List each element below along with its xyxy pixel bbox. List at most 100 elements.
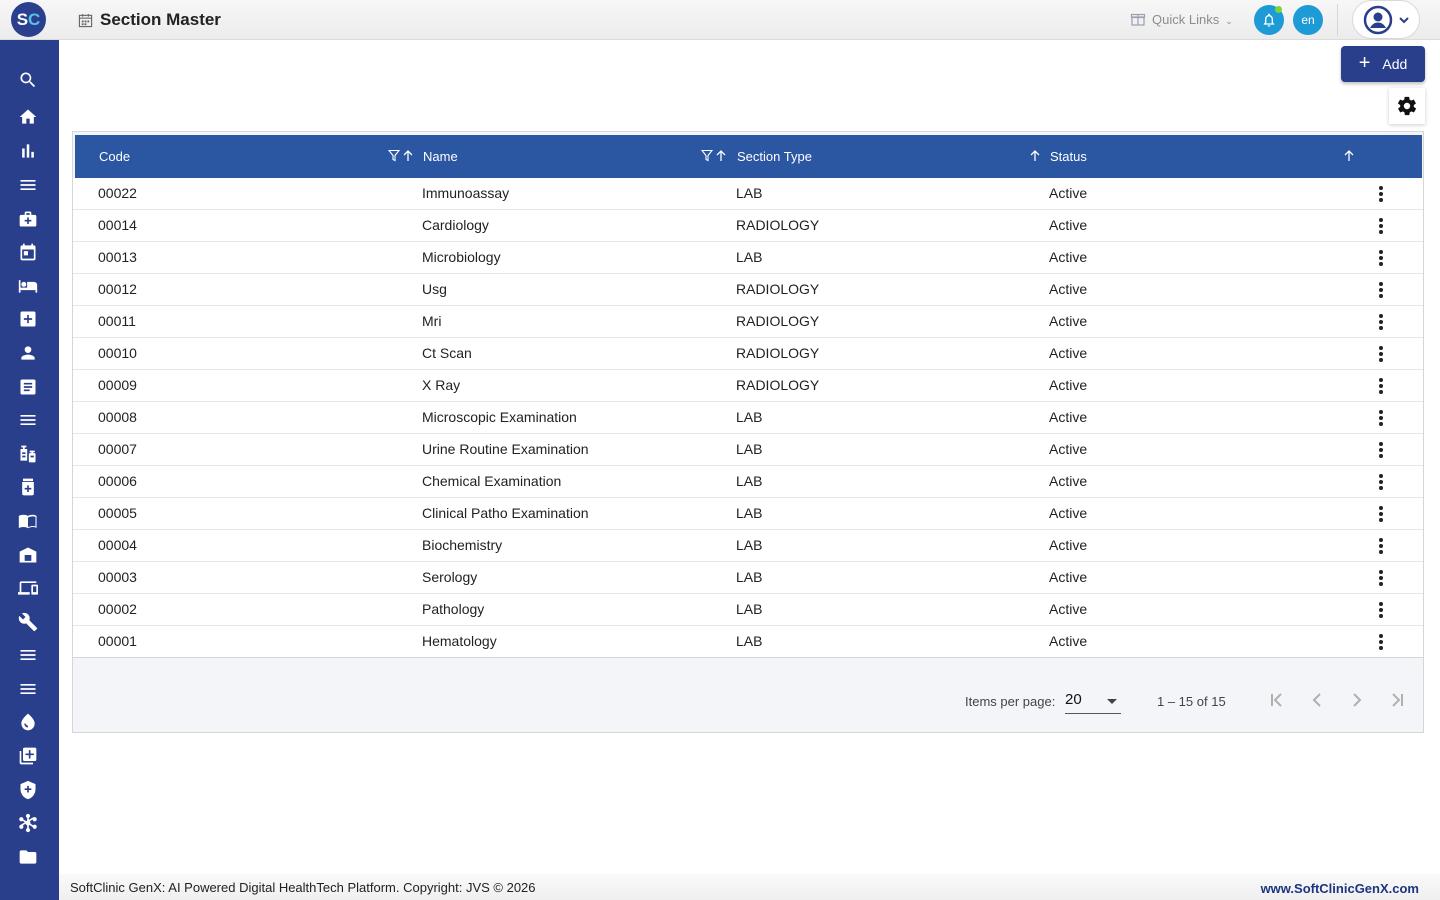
table-body: 00022 Immunoassay LAB Active 00014 Cardi… (73, 178, 1423, 658)
calendar-icon[interactable] (17, 241, 39, 263)
sort-arrow-icon[interactable] (1029, 149, 1041, 162)
add-button[interactable]: + Add (1341, 46, 1425, 82)
column-header-section-type[interactable]: Section Type (737, 135, 812, 178)
cell-status: Active (1049, 505, 1088, 521)
table-row[interactable]: 00008 Microscopic Examination LAB Active (73, 402, 1423, 434)
cell-section-type: LAB (736, 185, 763, 201)
row-actions-icon[interactable] (1372, 569, 1390, 587)
table-row[interactable]: 00014 Cardiology RADIOLOGY Active (73, 210, 1423, 242)
wrench-icon[interactable] (17, 611, 39, 633)
bar-chart-icon[interactable] (17, 140, 39, 162)
quick-links-menu[interactable]: Quick Links ⌄ (1130, 9, 1233, 29)
table-row[interactable]: 00004 Biochemistry LAB Active (73, 530, 1423, 562)
table-row[interactable]: 00002 Pathology LAB Active (73, 594, 1423, 626)
table-row[interactable]: 00001 Hematology LAB Active (73, 626, 1423, 658)
drop-icon[interactable] (17, 711, 39, 733)
table-row[interactable]: 00022 Immunoassay LAB Active (73, 178, 1423, 210)
gift-icon (1130, 13, 1146, 26)
row-actions-icon[interactable] (1372, 281, 1390, 299)
notifications-button[interactable] (1254, 5, 1284, 35)
menu-icon[interactable] (17, 174, 39, 196)
menu-icon[interactable] (17, 644, 39, 666)
book-open-icon[interactable] (17, 510, 39, 532)
app-logo[interactable]: SC (11, 2, 46, 37)
cell-section-type: RADIOLOGY (736, 345, 820, 361)
footer: SoftClinic GenX: AI Powered Digital Heal… (59, 874, 1440, 900)
home-icon[interactable] (17, 106, 39, 128)
row-actions-icon[interactable] (1372, 409, 1390, 427)
store-icon[interactable] (17, 544, 39, 566)
sort-arrow-icon[interactable] (715, 149, 727, 162)
sort-arrow-icon[interactable] (402, 149, 414, 162)
menu-icon[interactable] (17, 678, 39, 700)
shield-plus-icon[interactable] (17, 779, 39, 801)
table-settings-button[interactable] (1389, 88, 1425, 124)
table-row[interactable]: 00011 Mri RADIOLOGY Active (73, 306, 1423, 338)
column-header-status[interactable]: Status (1050, 135, 1087, 178)
first-page-button[interactable] (1265, 688, 1289, 712)
last-page-icon (1392, 693, 1403, 707)
sidebar (0, 40, 59, 900)
cell-code: 00009 (98, 377, 137, 393)
table-row[interactable]: 00012 Usg RADIOLOGY Active (73, 274, 1423, 306)
last-page-button[interactable] (1385, 688, 1409, 712)
row-actions-icon[interactable] (1372, 473, 1390, 491)
cell-section-type: LAB (736, 249, 763, 265)
pill-box-icon[interactable] (17, 476, 39, 498)
status-column-controls (1343, 149, 1355, 162)
cell-status: Active (1049, 313, 1088, 329)
person-icon[interactable] (17, 342, 39, 364)
user-menu-button[interactable] (1352, 0, 1420, 39)
row-actions-icon[interactable] (1372, 217, 1390, 235)
document-list-icon[interactable] (17, 376, 39, 398)
filter-icon[interactable] (388, 149, 400, 162)
devices-icon[interactable] (17, 577, 39, 599)
row-actions-icon[interactable] (1372, 441, 1390, 459)
table-row[interactable]: 00013 Microbiology LAB Active (73, 242, 1423, 274)
row-actions-icon[interactable] (1372, 345, 1390, 363)
row-actions-icon[interactable] (1372, 537, 1390, 555)
cell-code: 00008 (98, 409, 137, 425)
table-row[interactable]: 00006 Chemical Examination LAB Active (73, 466, 1423, 498)
header-divider (1337, 4, 1338, 36)
cell-name: Cardiology (422, 217, 489, 233)
row-actions-icon[interactable] (1372, 633, 1390, 651)
footer-website-link[interactable]: www.SoftClinicGenX.com (1261, 881, 1419, 896)
vaccine-icon[interactable] (17, 443, 39, 465)
column-header-code[interactable]: Code (99, 135, 130, 178)
medical-plus-icon[interactable] (17, 308, 39, 330)
column-header-name[interactable]: Name (423, 135, 458, 178)
previous-page-button[interactable] (1305, 688, 1329, 712)
language-button[interactable]: en (1293, 5, 1323, 35)
table-row[interactable]: 00003 Serology LAB Active (73, 562, 1423, 594)
table-row[interactable]: 00007 Urine Routine Examination LAB Acti… (73, 434, 1423, 466)
cell-name: Microscopic Examination (422, 409, 577, 425)
medical-bag-icon[interactable] (17, 208, 39, 230)
cell-code: 00003 (98, 569, 137, 585)
bed-icon[interactable] (17, 275, 39, 297)
row-actions-icon[interactable] (1372, 505, 1390, 523)
table-row[interactable]: 00005 Clinical Patho Examination LAB Act… (73, 498, 1423, 530)
cell-section-type: LAB (736, 441, 763, 457)
sort-arrow-icon[interactable] (1343, 149, 1355, 162)
row-actions-icon[interactable] (1372, 601, 1390, 619)
cell-status: Active (1049, 537, 1088, 553)
hub-icon[interactable] (17, 812, 39, 834)
chevron-left-icon (1312, 693, 1321, 707)
filter-icon[interactable] (701, 149, 713, 162)
search-icon[interactable] (17, 69, 39, 91)
cell-name: Microbiology (422, 249, 501, 265)
row-actions-icon[interactable] (1372, 185, 1390, 203)
items-per-page-select[interactable]: 20 (1065, 686, 1121, 714)
table-row[interactable]: 00009 X Ray RADIOLOGY Active (73, 370, 1423, 402)
add-library-icon[interactable] (17, 745, 39, 767)
table-row[interactable]: 00010 Ct Scan RADIOLOGY Active (73, 338, 1423, 370)
row-actions-icon[interactable] (1372, 377, 1390, 395)
cell-code: 00004 (98, 537, 137, 553)
next-page-button[interactable] (1345, 688, 1369, 712)
folder-icon[interactable] (17, 846, 39, 868)
cell-code: 00007 (98, 441, 137, 457)
row-actions-icon[interactable] (1372, 249, 1390, 267)
menu-icon[interactable] (17, 409, 39, 431)
row-actions-icon[interactable] (1372, 313, 1390, 331)
